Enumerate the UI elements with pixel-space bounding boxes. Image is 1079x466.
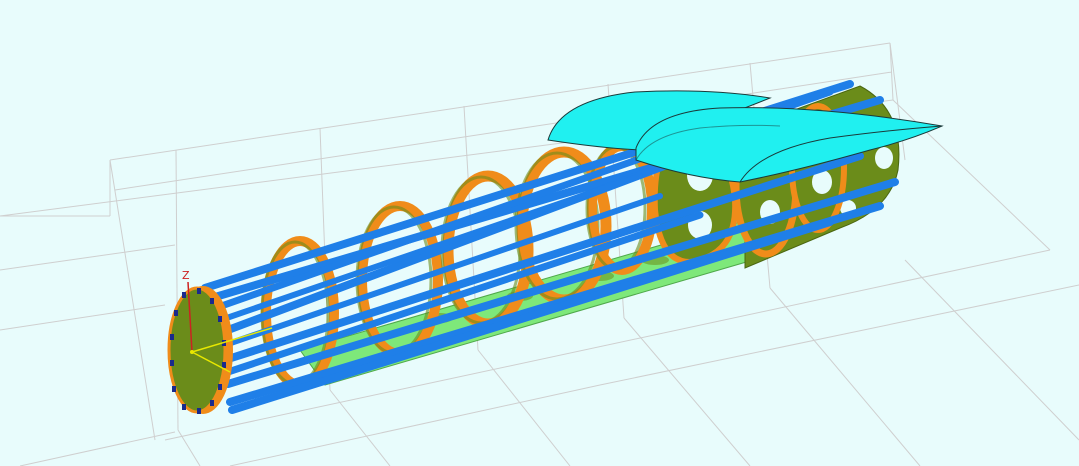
grid-line	[177, 429, 201, 466]
grid-line	[329, 389, 391, 466]
z-axis-label: Z	[182, 269, 190, 282]
bulkhead-hole	[875, 147, 893, 169]
grid-line	[0, 304, 166, 331]
3d-viewport[interactable]: Z	[0, 0, 1079, 466]
grid-line	[19, 431, 176, 466]
grid-line	[477, 349, 571, 466]
grid-line	[769, 287, 921, 466]
grid-line	[0, 244, 176, 271]
grid-line	[904, 259, 1079, 441]
grid-line	[109, 159, 156, 441]
grid-line	[623, 317, 751, 466]
axis-origin	[190, 350, 194, 354]
fuselage-model-scene[interactable]	[0, 0, 1079, 466]
reference-grid	[0, 42, 1079, 466]
